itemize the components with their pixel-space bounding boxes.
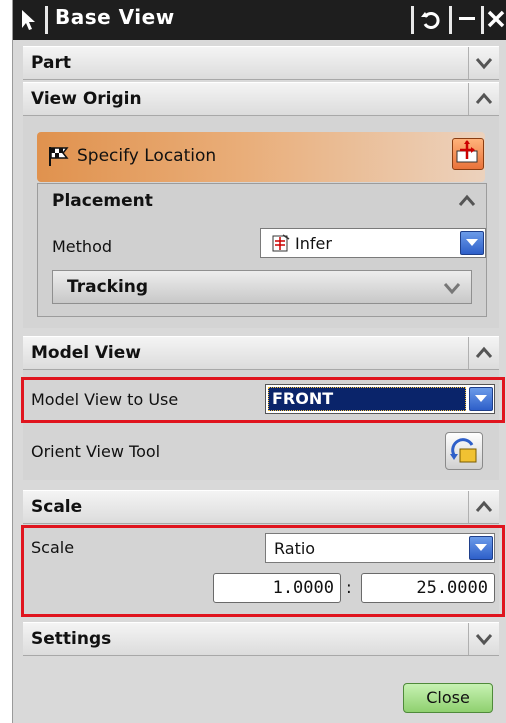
section-scale-label: Scale: [31, 497, 83, 517]
model-view-value: FRONT: [272, 389, 334, 408]
section-model-view[interactable]: Model View: [23, 336, 499, 370]
chevron-up-icon: [475, 92, 493, 104]
section-part-label: Part: [31, 53, 71, 73]
collapse-toggle[interactable]: [468, 491, 499, 523]
title-separator: [45, 6, 48, 34]
section-view-origin[interactable]: View Origin: [23, 82, 499, 116]
chevron-down-icon: [475, 58, 493, 70]
ratio-separator: :: [346, 578, 352, 598]
scale-label: Scale: [31, 538, 75, 557]
close-window-button[interactable]: [485, 4, 506, 34]
section-scale[interactable]: Scale: [23, 490, 499, 524]
placement-label: Placement: [52, 191, 153, 211]
scale-numerator-input[interactable]: 1.0000: [213, 573, 341, 603]
chevron-down-icon: [475, 395, 487, 402]
section-model-view-label: Model View: [31, 343, 141, 363]
close-button[interactable]: Close: [403, 683, 493, 713]
flag-icon: [49, 147, 69, 166]
collapse-toggle[interactable]: [468, 83, 499, 115]
infer-icon: [272, 234, 290, 252]
tracking-label: Tracking: [67, 277, 149, 297]
dropdown-button[interactable]: [469, 536, 493, 560]
specify-location-row[interactable]: Specify Location: [37, 132, 485, 182]
method-dropdown[interactable]: Infer: [260, 228, 486, 258]
title-separator: [411, 6, 414, 34]
model-view-to-use-label: Model View to Use: [31, 390, 179, 409]
dialog-title: Base View: [55, 5, 175, 29]
scale-denominator-input[interactable]: 25.0000: [361, 573, 495, 603]
method-value: Infer: [295, 234, 332, 253]
chevron-down-icon: [475, 634, 493, 646]
expand-toggle[interactable]: [468, 623, 499, 655]
model-view-dropdown[interactable]: FRONT: [265, 384, 495, 414]
chevron-down-icon: [466, 239, 478, 246]
base-view-dialog: Base View Part View Origin Specify Locat…: [12, 0, 506, 723]
orient-view-icon: [450, 438, 477, 463]
reset-button[interactable]: [417, 4, 445, 34]
scale-type-value: Ratio: [274, 539, 316, 558]
expand-toggle[interactable]: [468, 47, 499, 79]
specify-location-label: Specify Location: [77, 146, 217, 166]
section-view-origin-label: View Origin: [31, 89, 142, 109]
placement-group: Placement Method Infer Tracking: [37, 183, 487, 317]
section-part[interactable]: Part: [23, 46, 499, 80]
title-separator: [481, 6, 484, 34]
section-settings[interactable]: Settings: [23, 622, 499, 656]
chevron-down-icon: [443, 283, 461, 295]
collapse-toggle[interactable]: [468, 337, 499, 369]
dropdown-button[interactable]: [469, 387, 493, 411]
chevron-up-icon[interactable]: [458, 194, 476, 208]
point-location-icon: [456, 140, 478, 163]
title-separator: [449, 6, 452, 34]
minimize-icon: [459, 17, 475, 20]
arrow-cursor-icon: [22, 10, 35, 30]
tracking-group[interactable]: Tracking: [52, 270, 472, 304]
minimize-button[interactable]: [455, 4, 479, 34]
orient-view-button[interactable]: [445, 432, 483, 470]
section-settings-label: Settings: [31, 629, 112, 649]
chevron-down-icon: [475, 544, 487, 551]
dropdown-button[interactable]: [460, 231, 484, 255]
chevron-up-icon: [475, 500, 493, 512]
title-bar: Base View: [13, 0, 506, 40]
method-label: Method: [52, 237, 113, 256]
orient-view-tool-label: Orient View Tool: [31, 442, 161, 461]
close-icon: [487, 10, 505, 28]
chevron-up-icon: [475, 346, 493, 358]
point-location-button[interactable]: [452, 138, 484, 170]
reset-icon: [421, 12, 440, 29]
scale-type-dropdown[interactable]: Ratio: [265, 533, 495, 563]
